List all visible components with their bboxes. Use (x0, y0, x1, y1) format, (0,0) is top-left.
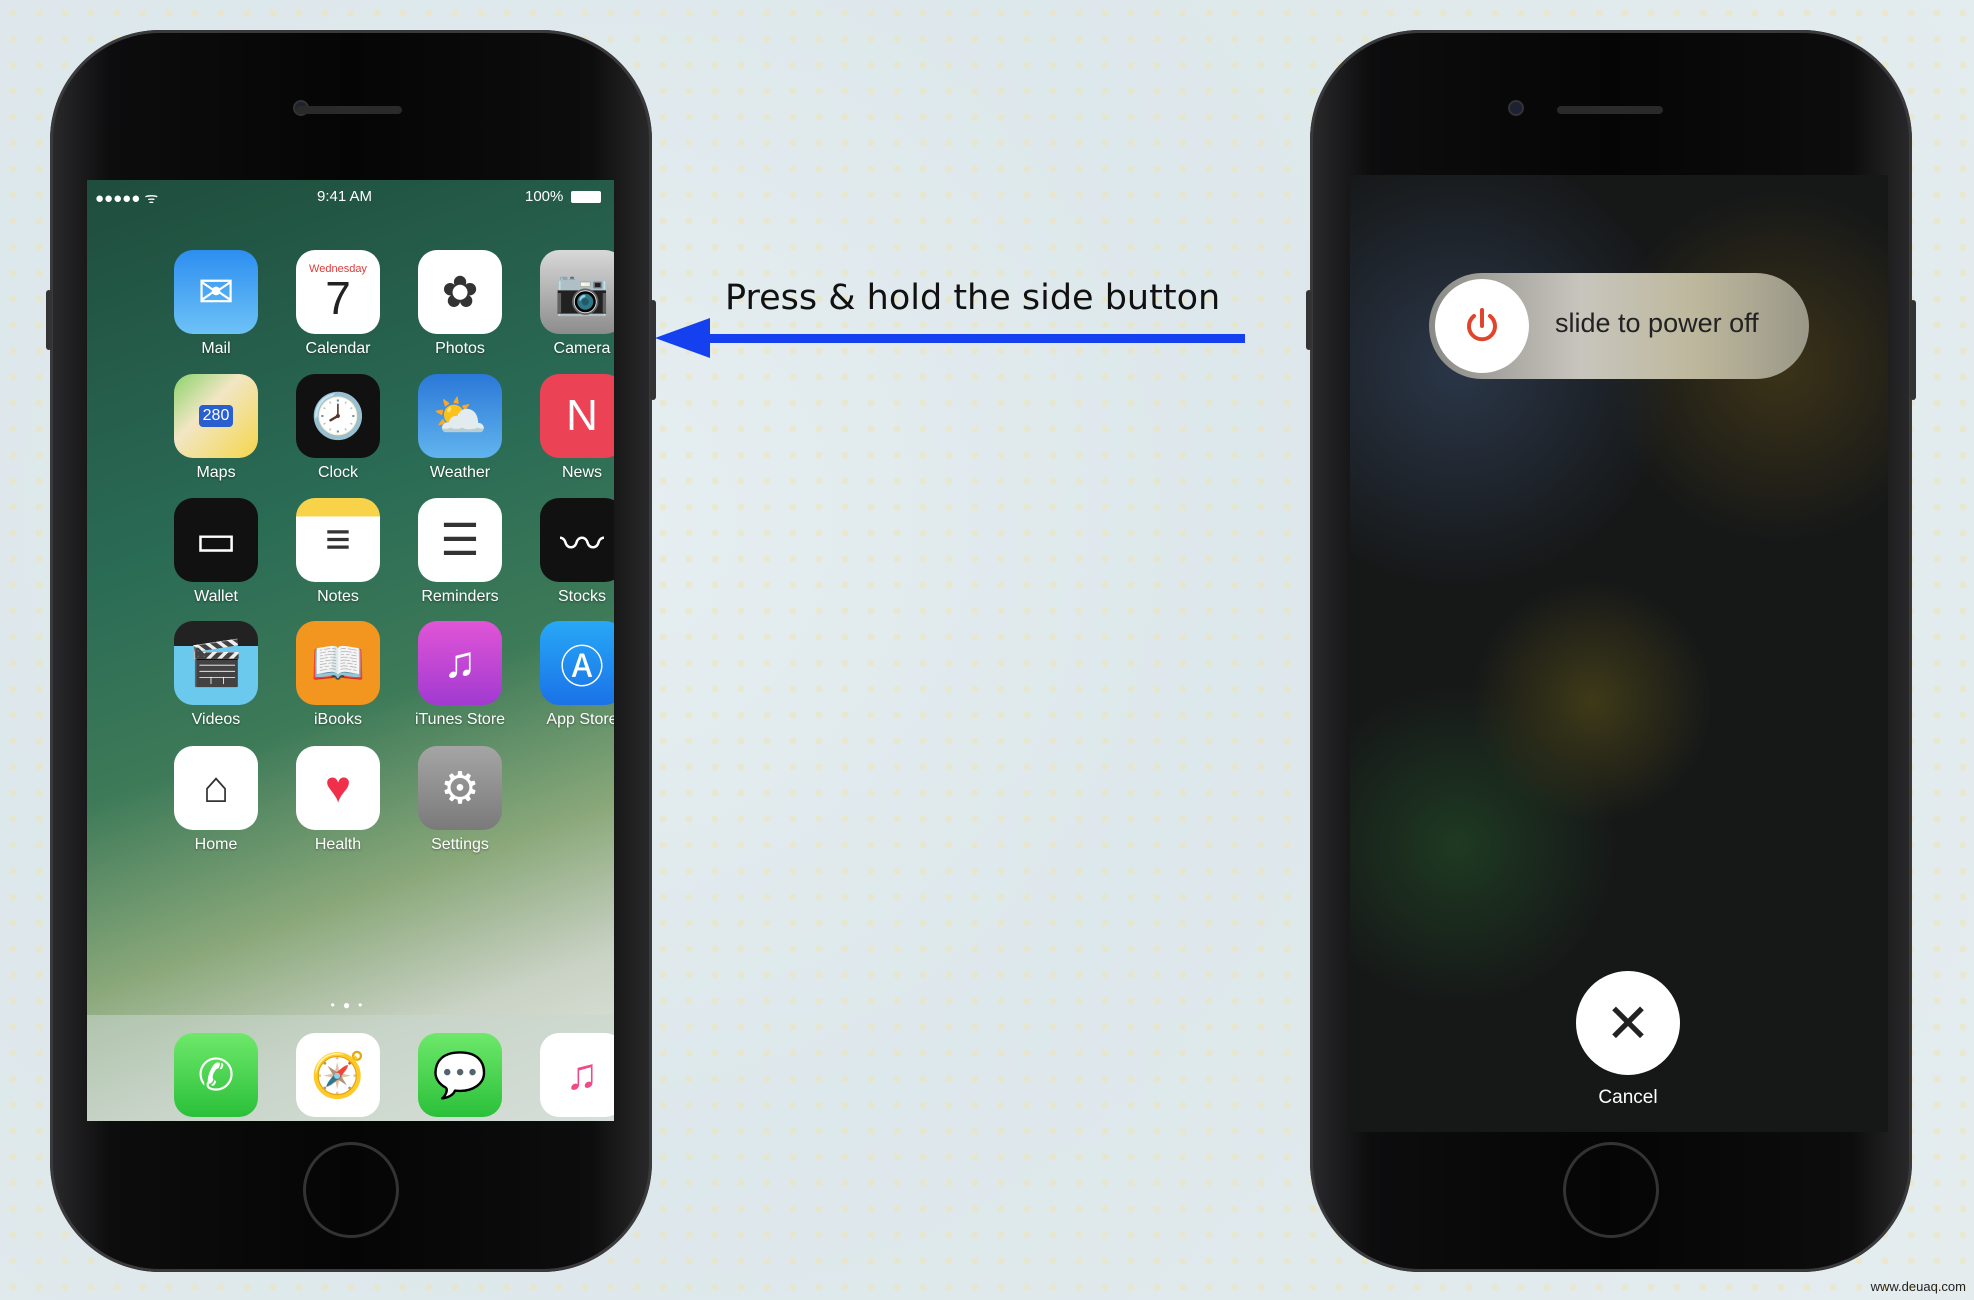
app-maps[interactable]: 280 Maps (161, 374, 271, 482)
home-button[interactable] (303, 1142, 399, 1238)
earpiece-speaker (1557, 106, 1663, 114)
app-label: News (561, 464, 602, 481)
cancel-label: Cancel (1598, 1087, 1658, 1108)
volume-button (1306, 290, 1312, 350)
stocks-icon: 〰 (540, 498, 614, 582)
home-screen: ●●●●● ᯤ 9:41 AM 100% ✉ Mail Wednesday 7 Cale… (87, 180, 614, 1121)
health-icon: ♥ (296, 746, 380, 830)
music-icon: ♫ (540, 1033, 614, 1117)
instruction-text: Press & hold the side button (725, 278, 1221, 318)
app-mail[interactable]: ✉ Mail (161, 250, 271, 358)
battery-percent: 100% (525, 188, 564, 205)
battery-icon (571, 191, 601, 203)
close-icon: ✕ (1605, 993, 1651, 1054)
app-label: Weather (429, 464, 491, 481)
signal-indicator: ●●●●● ᯤ (95, 190, 159, 207)
earpiece-speaker (296, 106, 402, 114)
app-notes[interactable]: ≡ Notes (283, 498, 393, 606)
app-settings[interactable]: ⚙ Settings (405, 746, 515, 854)
ibooks-icon: 📖 (296, 621, 380, 705)
camera-icon: 📷 (540, 250, 614, 334)
clock-icon: 🕗 (296, 374, 380, 458)
app-wallet[interactable]: ▭ Wallet (161, 498, 271, 606)
itunes-store-icon: ♫ (418, 621, 502, 705)
settings-icon: ⚙ (418, 746, 502, 830)
app-label: Health (314, 836, 362, 853)
app-label: App Store (546, 711, 614, 728)
app-label: Mail (201, 340, 231, 357)
app-phone[interactable]: ✆Phone (161, 1033, 271, 1121)
status-bar: ●●●●● ᯤ 9:41 AM 100% (87, 188, 614, 208)
app-label: Videos (191, 711, 241, 728)
page-indicator: •●• (330, 998, 371, 1012)
app-label: iTunes Store (414, 711, 506, 728)
phone-icon: ✆ (174, 1033, 258, 1117)
app-stocks[interactable]: 〰 Stocks (527, 498, 614, 606)
app-app-store[interactable]: Ⓐ App Store (527, 621, 614, 729)
mail-icon: ✉ (174, 250, 258, 334)
app-videos[interactable]: 🎬 Videos (161, 621, 271, 729)
slide-to-power-off-slider[interactable]: slide to power off (1429, 273, 1809, 379)
app-weather[interactable]: ⛅ Weather (405, 374, 515, 482)
app-calendar[interactable]: Wednesday 7 Calendar (283, 250, 393, 358)
left-arrow-icon (655, 318, 1245, 358)
app-label: Reminders (421, 588, 499, 605)
app-label: Wallet (194, 588, 238, 605)
app-camera[interactable]: 📷 Camera (527, 250, 614, 358)
app-label: Notes (317, 588, 359, 605)
videos-icon: 🎬 (174, 621, 258, 705)
app-safari[interactable]: 🧭Safari (283, 1033, 393, 1121)
app-ibooks[interactable]: 📖 iBooks (283, 621, 393, 729)
notes-icon: ≡ (296, 498, 380, 582)
app-label: Maps (196, 464, 236, 481)
cancel-button[interactable]: ✕ (1576, 971, 1680, 1075)
app-label: Clock (317, 464, 358, 481)
app-label: Calendar (305, 340, 371, 357)
iphone-power-off-screen: slide to power off ✕ Cancel (1306, 30, 1916, 1272)
home-button[interactable] (1563, 1142, 1659, 1238)
front-camera (1508, 100, 1524, 116)
app-clock[interactable]: 🕗 Clock (283, 374, 393, 482)
slider-label: slide to power off (1555, 308, 1759, 338)
app-label: Settings (431, 836, 489, 853)
calendar-icon: Wednesday 7 (296, 250, 380, 334)
app-store-icon: Ⓐ (540, 621, 614, 705)
photos-icon: ✿ (418, 250, 502, 334)
app-photos[interactable]: ✿ Photos (405, 250, 515, 358)
app-label: Photos (435, 340, 485, 357)
maps-icon: 280 (174, 374, 258, 458)
safari-icon: 🧭 (296, 1033, 380, 1117)
app-messages[interactable]: 💬Messages (405, 1033, 515, 1121)
power-off-screen: slide to power off ✕ Cancel (1350, 175, 1888, 1132)
wallet-icon: ▭ (174, 498, 258, 582)
reminders-icon: ☰ (418, 498, 502, 582)
power-icon (1467, 308, 1497, 342)
news-icon: N (540, 374, 614, 458)
app-label: Stocks (557, 588, 606, 605)
home-icon: ⌂ (174, 746, 258, 830)
app-reminders[interactable]: ☰ Reminders (405, 498, 515, 606)
side-button[interactable] (1910, 300, 1916, 400)
iphone-home-screen: ●●●●● ᯤ 9:41 AM 100% ✉ Mail Wednesday 7 Cale… (46, 30, 656, 1272)
volume-button (46, 290, 52, 350)
watermark: www.deuaq.com (1870, 1279, 1966, 1294)
app-label: iBooks (313, 711, 363, 728)
weather-icon: ⛅ (418, 374, 502, 458)
messages-icon: 💬 (418, 1033, 502, 1117)
app-music[interactable]: ♫Music (527, 1033, 614, 1121)
app-label: Home (194, 836, 238, 853)
status-time: 9:41 AM (317, 188, 373, 205)
app-home[interactable]: ⌂ Home (161, 746, 271, 854)
slider-knob[interactable] (1435, 279, 1529, 373)
app-itunes-store[interactable]: ♫ iTunes Store (405, 621, 515, 729)
app-label: Camera (553, 340, 611, 357)
app-health[interactable]: ♥ Health (283, 746, 393, 854)
app-news[interactable]: N News (527, 374, 614, 482)
